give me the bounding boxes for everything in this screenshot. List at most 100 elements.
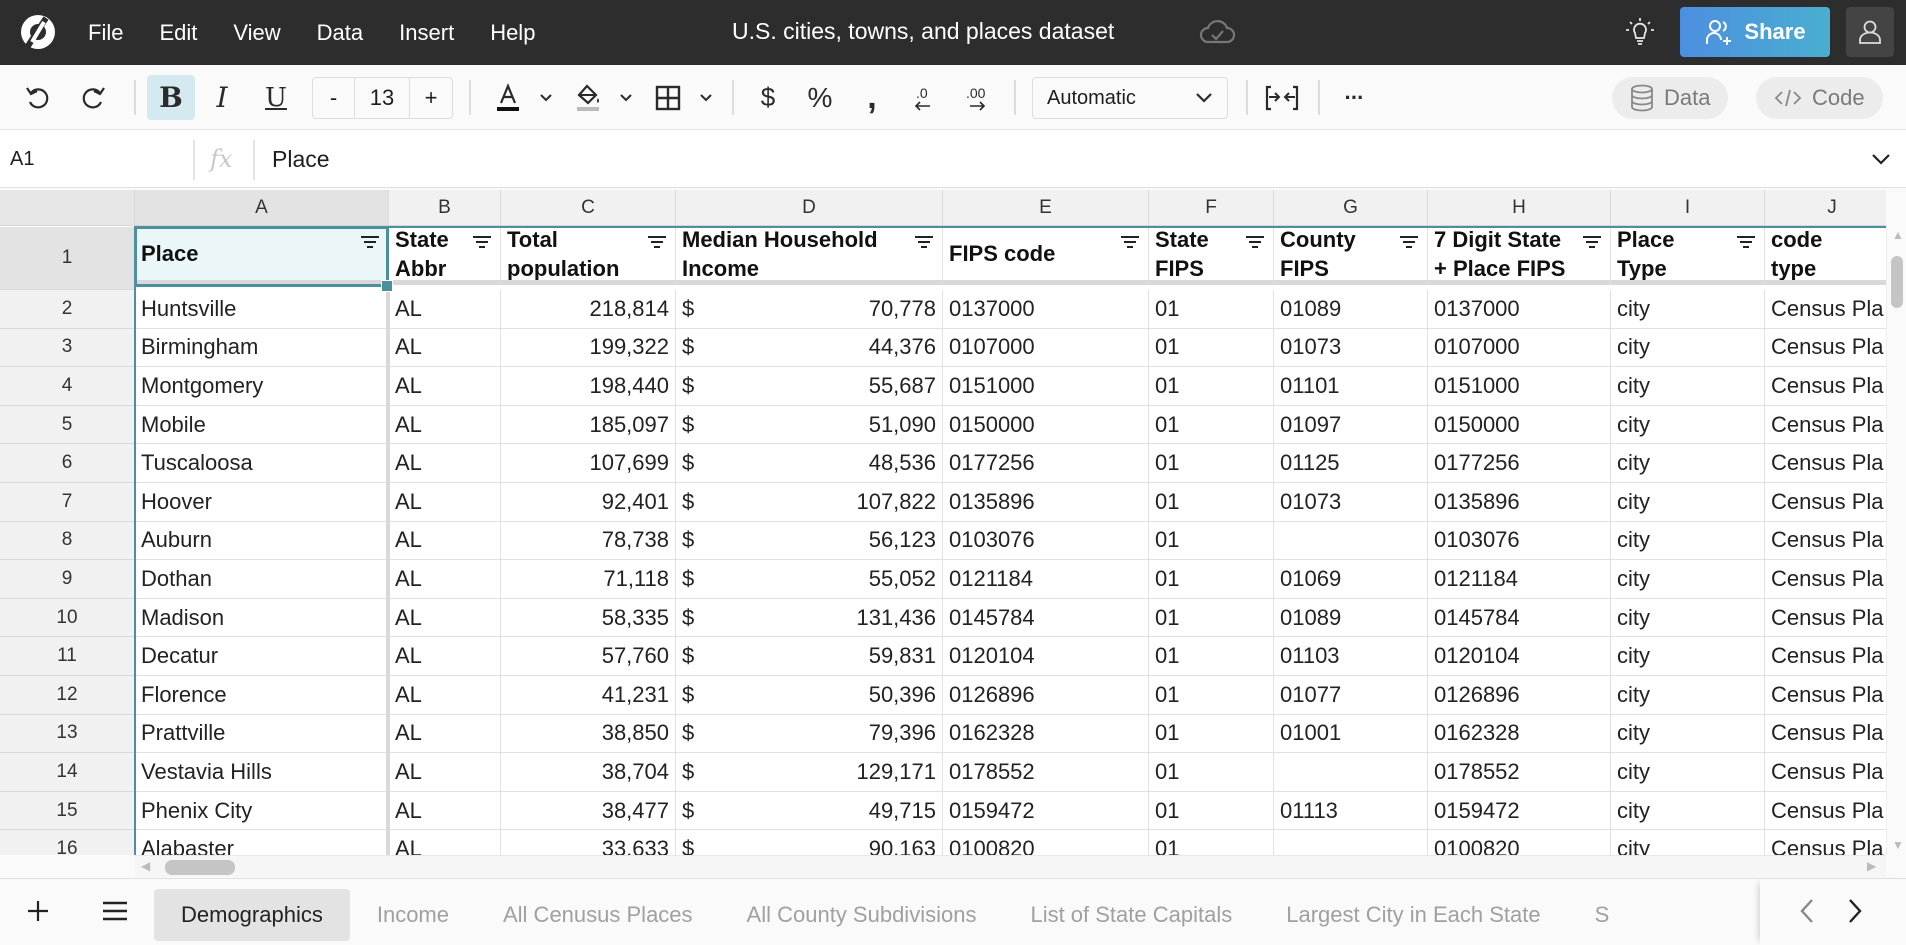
cell-place[interactable]: Alabaster	[135, 830, 389, 855]
cell-place-type[interactable]: city	[1611, 598, 1765, 638]
header-cell-place[interactable]: Place	[135, 227, 389, 285]
cell-fips-code[interactable]: 0103076	[943, 521, 1149, 561]
sheet-list-button[interactable]	[95, 891, 135, 931]
cell-reference-box[interactable]: A1	[10, 130, 34, 188]
vertical-scrollbar[interactable]: ▲ ▼	[1886, 226, 1906, 855]
cell-fips-code[interactable]: 0100820	[943, 830, 1149, 855]
cell-state-abbr[interactable]: AL	[389, 753, 501, 792]
sheet-tab[interactable]: Demographics	[154, 889, 350, 941]
cell-county-fips[interactable]	[1274, 521, 1428, 561]
header-cell-code-type[interactable]: code type	[1765, 227, 1886, 285]
row-header[interactable]: 3	[0, 328, 135, 368]
cell-place[interactable]: Hoover	[135, 483, 389, 522]
cell-state-abbr[interactable]: AL	[389, 405, 501, 445]
cell-place[interactable]: Vestavia Hills	[135, 753, 389, 792]
row-header[interactable]: 12	[0, 676, 135, 715]
cell-state-fips[interactable]: 01	[1149, 444, 1274, 483]
cell-seven-digit-fips[interactable]: 0135896	[1428, 483, 1611, 522]
cell-total-population[interactable]: 71,118	[501, 560, 676, 599]
cell-county-fips[interactable]	[1274, 753, 1428, 792]
cell-median-household-income[interactable]: $51,090	[676, 405, 943, 445]
menu-view[interactable]: View	[215, 20, 298, 46]
menu-help[interactable]: Help	[472, 20, 553, 46]
cell-state-abbr[interactable]: AL	[389, 444, 501, 483]
column-header-h[interactable]: H	[1428, 190, 1611, 226]
cell-state-abbr[interactable]: AL	[389, 598, 501, 638]
cell-state-abbr[interactable]: AL	[389, 328, 501, 368]
underline-button[interactable]: U	[256, 75, 296, 120]
next-sheet-button[interactable]	[1838, 893, 1872, 929]
cell-median-household-income[interactable]: $90,163	[676, 830, 943, 855]
cell-fips-code[interactable]: 0159472	[943, 791, 1149, 831]
cell-county-fips[interactable]: 01101	[1274, 367, 1428, 406]
cell-state-fips[interactable]: 01	[1149, 290, 1274, 329]
cell-median-household-income[interactable]: $50,396	[676, 676, 943, 715]
cell-state-abbr[interactable]: AL	[389, 830, 501, 855]
column-header-j[interactable]: J	[1765, 190, 1886, 226]
filter-icon[interactable]	[647, 235, 667, 251]
cell-county-fips[interactable]: 01097	[1274, 405, 1428, 445]
cell-seven-digit-fips[interactable]: 0150000	[1428, 405, 1611, 445]
sheet-tab[interactable]: All Cenusus Places	[476, 889, 720, 941]
filter-icon[interactable]	[1120, 235, 1140, 251]
code-panel-button[interactable]: Code	[1756, 77, 1883, 119]
cell-seven-digit-fips[interactable]: 0121184	[1428, 560, 1611, 599]
more-options-button[interactable]: ···	[1336, 75, 1372, 120]
select-all-corner[interactable]	[0, 190, 135, 226]
expand-formula-chevron-icon[interactable]	[1870, 148, 1892, 170]
cell-state-fips[interactable]: 01	[1149, 714, 1274, 754]
column-header-g[interactable]: G	[1274, 190, 1428, 226]
cell-median-household-income[interactable]: $44,376	[676, 328, 943, 368]
cell-total-population[interactable]: 33,633	[501, 830, 676, 855]
cell-place-type[interactable]: city	[1611, 483, 1765, 522]
row-header[interactable]: 16	[0, 830, 135, 855]
scroll-up-arrow-icon[interactable]: ▲	[1892, 228, 1904, 242]
cell-state-abbr[interactable]: AL	[389, 791, 501, 831]
cell-code-type[interactable]: Census Pla	[1765, 290, 1886, 329]
cell-place[interactable]: Auburn	[135, 521, 389, 561]
row-header[interactable]: 14	[0, 753, 135, 792]
menu-data[interactable]: Data	[299, 20, 381, 46]
undo-button[interactable]	[18, 75, 58, 120]
cell-seven-digit-fips[interactable]: 0159472	[1428, 791, 1611, 831]
cell-county-fips[interactable]: 01073	[1274, 483, 1428, 522]
cell-code-type[interactable]: Census Pla	[1765, 444, 1886, 483]
cell-median-household-income[interactable]: $59,831	[676, 637, 943, 676]
cell-place-type[interactable]: city	[1611, 637, 1765, 676]
cell-state-abbr[interactable]: AL	[389, 367, 501, 406]
cell-fips-code[interactable]: 0178552	[943, 753, 1149, 792]
filter-icon[interactable]	[1399, 235, 1419, 251]
cell-state-fips[interactable]: 01	[1149, 560, 1274, 599]
text-wrap-button[interactable]	[1262, 75, 1302, 120]
cell-code-type[interactable]: Census Pla	[1765, 830, 1886, 855]
header-cell-total-population[interactable]: Total population	[501, 227, 676, 285]
row-header[interactable]: 10	[0, 598, 135, 638]
previous-sheet-button[interactable]	[1790, 893, 1824, 929]
header-cell-state-abbr[interactable]: State Abbr	[389, 227, 501, 285]
cell-state-fips[interactable]: 01	[1149, 830, 1274, 855]
header-cell-fips-code[interactable]: FIPS code	[943, 227, 1149, 285]
percent-format-button[interactable]: %	[800, 75, 840, 120]
column-header-c[interactable]: C	[501, 190, 676, 226]
cell-place-type[interactable]: city	[1611, 676, 1765, 715]
cell-place[interactable]: Montgomery	[135, 367, 389, 406]
cell-fips-code[interactable]: 0107000	[943, 328, 1149, 368]
cell-code-type[interactable]: Census Pla	[1765, 521, 1886, 561]
cell-county-fips[interactable]: 01001	[1274, 714, 1428, 754]
cell-place-type[interactable]: city	[1611, 714, 1765, 754]
cell-median-household-income[interactable]: $55,052	[676, 560, 943, 599]
account-button[interactable]	[1846, 7, 1894, 57]
cell-county-fips[interactable]: 01069	[1274, 560, 1428, 599]
cell-county-fips[interactable]: 01113	[1274, 791, 1428, 831]
cell-median-household-income[interactable]: $70,778	[676, 290, 943, 329]
cell-fips-code[interactable]: 0137000	[943, 290, 1149, 329]
filter-icon[interactable]	[1736, 235, 1756, 251]
filter-icon[interactable]	[1245, 235, 1265, 251]
cell-seven-digit-fips[interactable]: 0162328	[1428, 714, 1611, 754]
cell-fips-code[interactable]: 0162328	[943, 714, 1149, 754]
header-cell-median-household-income[interactable]: Median Household Income	[676, 227, 943, 285]
scroll-down-arrow-icon[interactable]: ▼	[1892, 838, 1904, 852]
cell-total-population[interactable]: 199,322	[501, 328, 676, 368]
cell-total-population[interactable]: 38,850	[501, 714, 676, 754]
cell-code-type[interactable]: Census Pla	[1765, 560, 1886, 599]
